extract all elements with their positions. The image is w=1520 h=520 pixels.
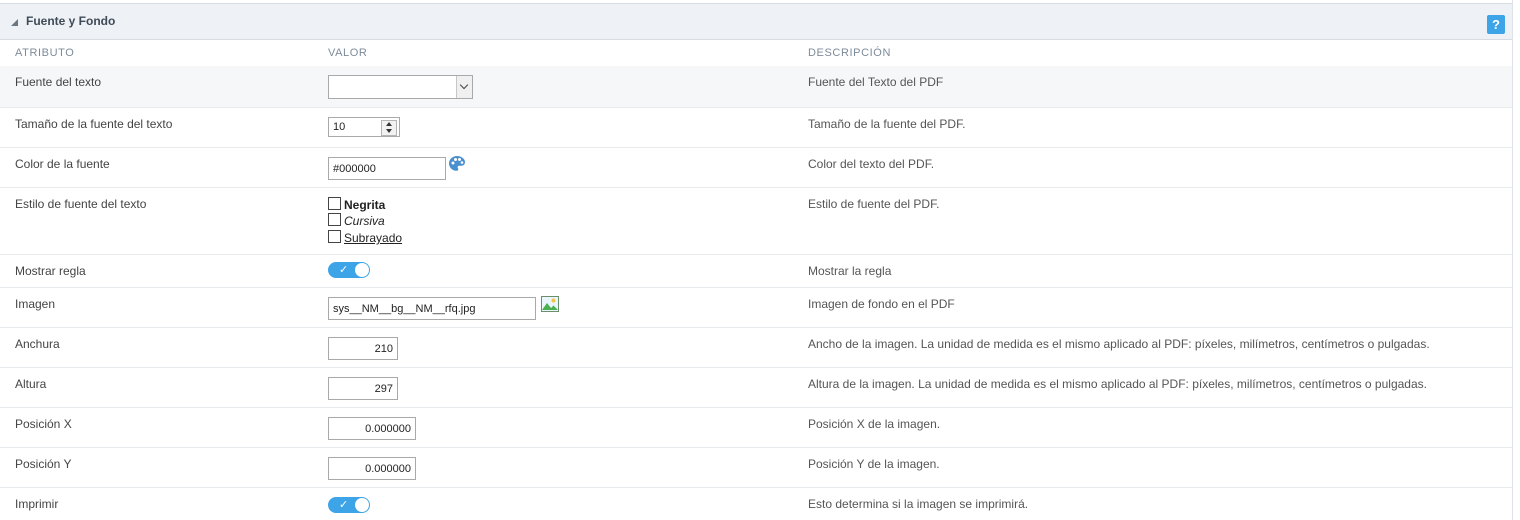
checkbox-box[interactable] [328,197,341,210]
palette-icon[interactable] [448,155,466,172]
attr-font-label: Fuente del texto [15,75,102,89]
desc-font-color: Color del texto del PDF. [808,157,935,171]
attr-font-size-label: Tamaño de la fuente del texto [15,117,173,131]
collapse-triangle-icon[interactable] [11,19,18,26]
desc-pos-x: Posición X de la imagen. [808,417,941,431]
row-font-size [0,108,1512,148]
row-print [0,488,1512,520]
checkbox-bold-label: Negrita [344,198,386,212]
width-input[interactable]: 210 [328,337,398,360]
column-header-attribute: ATRIBUTO [15,47,75,59]
attr-print-label: Imprimir [15,497,59,511]
desc-show-ruler: Mostrar la regla [808,264,892,278]
checkbox-box[interactable] [328,230,341,243]
row-font [0,66,1512,108]
desc-width: Ancho de la imagen. La unidad de medida … [808,337,1430,351]
panel-header[interactable]: Fuente y Fondo ? [0,3,1512,40]
desc-image: Imagen de fondo en el PDF [808,297,955,311]
font-select[interactable] [328,75,473,99]
fuente-y-fondo-panel: Fuente y Fondo ? ATRIBUTO VALOR DESCRIPC… [0,0,1513,520]
column-header-description: DESCRIPCIÓN [808,47,891,59]
row-pos-x [0,408,1512,448]
attr-font-color-label: Color de la fuente [15,157,110,171]
pos-x-input[interactable]: 0.000000 [328,417,416,440]
image-icon[interactable] [541,296,559,312]
row-show-ruler [0,255,1512,288]
image-input[interactable]: sys__NM__bg__NM__rfq.jpg [328,297,536,320]
row-pos-y [0,448,1512,488]
checkbox-underline-label: Subrayado [344,231,403,245]
panel-title: Fuente y Fondo [26,14,116,28]
attr-pos-y-label: Posición Y [15,457,72,471]
toggle-knob [355,498,369,512]
font-size-value: 10 [333,121,346,133]
desc-font-size: Tamaño de la fuente del PDF. [808,117,966,131]
chevron-down-icon[interactable] [456,76,472,98]
row-image [0,288,1512,328]
desc-print: Esto determina si la imagen se imprimirá… [808,497,1029,511]
print-toggle[interactable]: ✓ [328,497,370,513]
pos-y-input[interactable]: 0.000000 [328,457,416,480]
show-ruler-toggle[interactable]: ✓ [328,262,370,278]
attr-height-label: Altura [15,377,47,391]
checkmark-icon: ✓ [339,264,349,276]
desc-height: Altura de la imagen. La unidad de medida… [808,377,1427,391]
row-font-color [0,148,1512,188]
checkmark-icon: ✓ [339,499,349,511]
attr-width-label: Anchura [15,337,60,351]
checkbox-box[interactable] [328,213,341,226]
toggle-knob [355,263,369,277]
height-input[interactable]: 297 [328,377,398,400]
column-header-value: VALOR [328,47,368,59]
spinner-arrows-icon[interactable] [381,120,397,136]
checkbox-underline[interactable]: Subrayado [328,230,402,246]
attr-font-style-label: Estilo de fuente del texto [15,197,147,211]
desc-font-style: Estilo de fuente del PDF. [808,197,940,211]
desc-pos-y: Posición Y de la imagen. [808,457,940,471]
checkbox-bold[interactable]: Negrita [328,197,385,213]
desc-font: Fuente del Texto del PDF [808,75,944,89]
attr-show-ruler-label: Mostrar regla [15,264,86,278]
font-color-input[interactable]: #000000 [328,157,446,180]
attr-pos-x-label: Posición X [15,417,72,431]
row-font-style [0,188,1512,255]
help-button[interactable]: ? [1487,15,1505,34]
checkbox-italic[interactable]: Cursiva [328,213,385,229]
attr-image-label: Imagen [15,297,56,311]
checkbox-italic-label: Cursiva [344,214,385,228]
font-size-stepper[interactable]: 10 [328,117,400,137]
